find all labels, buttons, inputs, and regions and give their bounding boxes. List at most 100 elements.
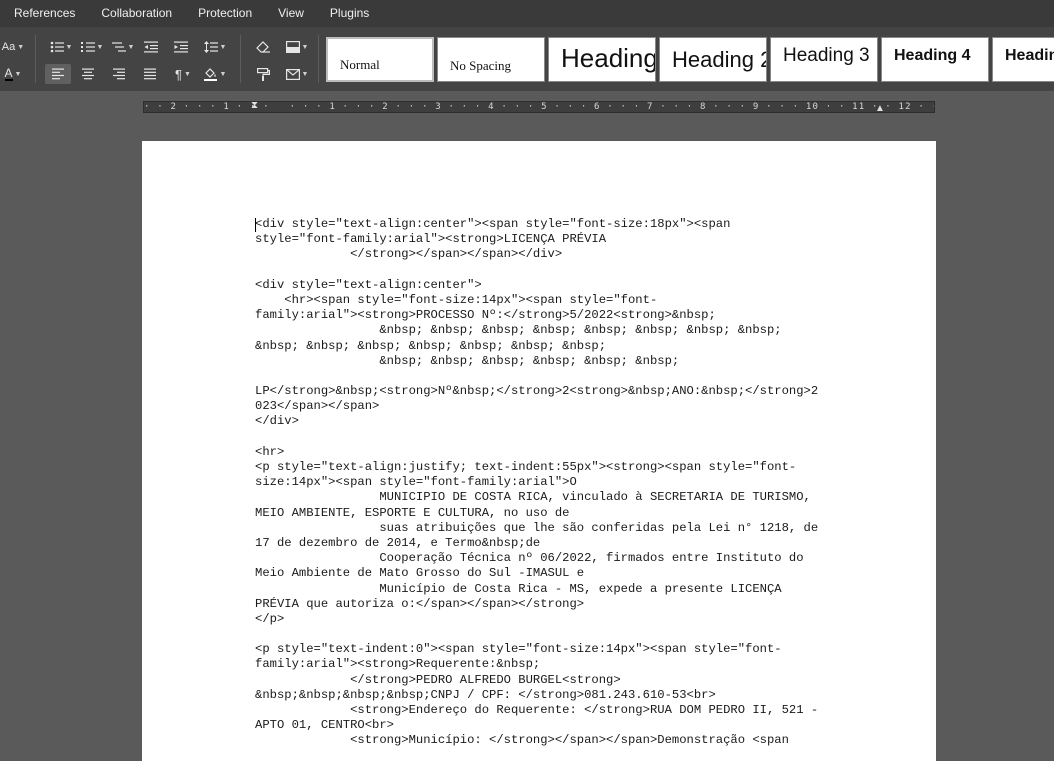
document-line: <div style="text-align:center"><span sty… xyxy=(255,217,731,231)
document-line: APTO 01, CENTRO<br> xyxy=(255,718,394,733)
justify-icon xyxy=(144,68,156,80)
toolbar-divider xyxy=(240,35,241,83)
document-line: Cooperação Técnica nº 06/2022, firmados … xyxy=(255,551,804,566)
document-line: Meio Ambiente de Mato Grosso do Sul -IMA… xyxy=(255,566,585,581)
envelope-icon xyxy=(285,68,300,80)
document-line: <p style="text-align:justify; text-inden… xyxy=(255,460,797,474)
line-spacing-icon xyxy=(203,41,218,53)
highlight-color-button[interactable]: ▼ xyxy=(202,64,228,84)
document-line: </strong>PEDRO ALFREDO BURGEL<strong> xyxy=(255,672,621,687)
chevron-down-icon: ▼ xyxy=(96,43,104,51)
line-spacing-button[interactable]: ▼ xyxy=(202,37,228,57)
menu-collaboration[interactable]: Collaboration xyxy=(88,0,185,27)
menu-bar: References Collaboration Protection View… xyxy=(0,0,1054,27)
menu-protection[interactable]: Protection xyxy=(185,0,265,27)
document-line: <hr><span style="font-size:14px"><span s… xyxy=(255,292,658,307)
decrease-indent-icon xyxy=(144,41,158,53)
multilevel-list-button[interactable]: ▼ xyxy=(110,37,136,57)
document-page[interactable]: <div style="text-align:center"><span sty… xyxy=(142,141,936,761)
document-line: <div style="text-align:center"> xyxy=(255,277,482,292)
document-line: PRÉVIA que autoriza o:</span></span></st… xyxy=(255,596,585,611)
document-line: &nbsp;&nbsp;&nbsp;&nbsp;CNPJ / CPF: </st… xyxy=(255,687,716,702)
font-color-button[interactable]: A ▼ xyxy=(0,64,26,84)
paint-bucket-icon xyxy=(203,67,217,81)
clear-formatting-button[interactable] xyxy=(250,37,276,57)
document-line: &nbsp; &nbsp; &nbsp; &nbsp; &nbsp; &nbsp… xyxy=(255,353,680,368)
align-left-icon xyxy=(52,68,64,80)
right-indent-marker-icon[interactable]: ▲ xyxy=(875,103,885,114)
copy-style-button[interactable] xyxy=(250,64,276,84)
document-line: 023</span></span> xyxy=(255,399,380,414)
chevron-down-icon: ▼ xyxy=(184,70,191,78)
document-line: <strong>Endereço do Requerente: </strong… xyxy=(255,703,819,717)
mail-merge-button[interactable]: ▼ xyxy=(284,64,310,84)
toolbar-divider xyxy=(35,35,36,83)
decrease-indent-button[interactable] xyxy=(138,37,164,57)
align-right-button[interactable] xyxy=(106,64,132,84)
style-heading-5[interactable]: Heading 5 xyxy=(992,37,1054,82)
document-line: 17 de dezembro de 2014, e Termo&nbsp;de xyxy=(255,535,541,550)
document-line: MEIO AMBIENTE, ESPORTE E CULTURA, no uso… xyxy=(255,505,570,520)
document-line: <strong>Município: </strong></span></spa… xyxy=(255,733,789,748)
style-gallery: Normal No Spacing Heading 1 Heading 2 He… xyxy=(326,37,1054,82)
document-line: MUNICIPIO DE COSTA RICA, vinculado à SEC… xyxy=(255,490,811,505)
nonprinting-characters-button[interactable]: ¶ ▼ xyxy=(170,64,196,84)
numbered-list-button[interactable]: ▼ xyxy=(79,37,105,57)
chevron-down-icon: ▼ xyxy=(301,43,309,51)
document-line: </div> xyxy=(255,414,299,429)
align-center-button[interactable] xyxy=(75,64,101,84)
justify-button[interactable] xyxy=(137,64,163,84)
menu-plugins[interactable]: Plugins xyxy=(317,0,382,27)
chevron-down-icon: ▼ xyxy=(65,43,73,51)
chevron-down-icon: ▼ xyxy=(301,70,309,78)
toolbar-divider xyxy=(318,35,319,83)
document-line: <hr> xyxy=(255,444,285,459)
document-line: </strong></span></span></div> xyxy=(255,247,563,262)
document-line: family:arial"><strong>PROCESSO Nº:</stro… xyxy=(255,308,716,323)
style-no-spacing[interactable]: No Spacing xyxy=(437,37,545,82)
menu-references[interactable]: References xyxy=(0,0,88,27)
eraser-icon xyxy=(256,41,270,53)
document-line: size:14px"><span style="font-family:aria… xyxy=(255,475,577,490)
increase-indent-button[interactable] xyxy=(168,37,194,57)
style-heading-1[interactable]: Heading 1 xyxy=(548,37,656,82)
bullet-list-button[interactable]: ▼ xyxy=(48,37,74,57)
shading-button[interactable]: ▼ xyxy=(284,37,310,57)
paragraph-icon: ¶ xyxy=(175,66,183,82)
document-line: Município de Costa Rica - MS, expede a p… xyxy=(255,581,782,596)
menu-view[interactable]: View xyxy=(265,0,317,27)
bullet-list-icon xyxy=(50,41,64,53)
document-line: &nbsp; &nbsp; &nbsp; &nbsp; &nbsp; &nbsp… xyxy=(255,338,607,353)
format-painter-icon xyxy=(256,67,270,81)
chevron-down-icon: ▼ xyxy=(219,43,227,51)
toolbar: Aa ▼ ▼ ▼ ▼ ▼ ▼ A ▼ ¶ ▼ ▼ ▼ Normal No Spa… xyxy=(0,27,1054,91)
style-heading-2[interactable]: Heading 2 xyxy=(659,37,767,82)
font-color-icon: A xyxy=(4,66,13,81)
increase-indent-icon xyxy=(174,41,188,53)
document-body[interactable]: <div style="text-align:center"><span sty… xyxy=(255,217,895,749)
chevron-down-icon: ▼ xyxy=(127,43,135,51)
change-case-button[interactable]: Aa ▼ xyxy=(0,37,26,57)
document-line: &nbsp; &nbsp; &nbsp; &nbsp; &nbsp; &nbsp… xyxy=(255,323,782,338)
align-center-icon xyxy=(82,68,94,80)
change-case-icon: Aa xyxy=(1,41,16,53)
chevron-down-icon: ▼ xyxy=(17,43,25,51)
ruler-area: · · 2 · · · 1 · · · · · · 1 · · · 2 · · … xyxy=(0,91,1054,141)
horizontal-ruler[interactable]: · · 2 · · · 1 · · · · · · 1 · · · 2 · · … xyxy=(143,100,935,114)
ruler-scale: · · 2 · · · 1 · · · · · · 1 · · · 2 · · … xyxy=(144,102,934,112)
style-heading-3[interactable]: Heading 3 xyxy=(770,37,878,82)
chevron-down-icon: ▼ xyxy=(14,70,22,78)
style-heading-4[interactable]: Heading 4 xyxy=(881,37,989,82)
align-left-button[interactable] xyxy=(45,64,71,84)
indent-marker-icon[interactable]: ⧗ xyxy=(251,100,258,111)
document-line: suas atribuições que lhe são conferidas … xyxy=(255,520,819,535)
style-normal[interactable]: Normal xyxy=(326,37,434,82)
shading-icon xyxy=(285,41,300,53)
chevron-down-icon: ▼ xyxy=(219,70,227,78)
document-line: family:arial"><strong>Requerente:&nbsp; xyxy=(255,657,541,672)
numbered-list-icon xyxy=(80,42,95,52)
